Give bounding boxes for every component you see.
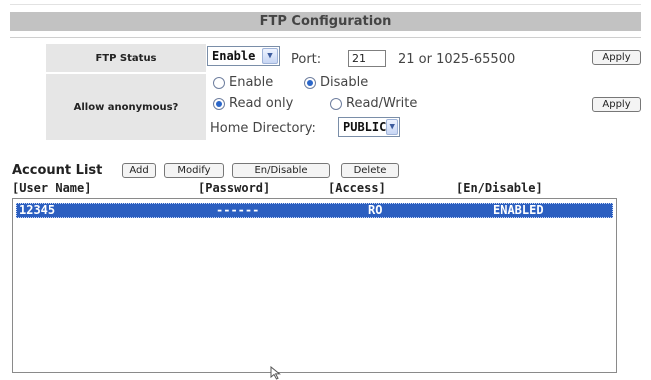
title-divider: [10, 37, 641, 38]
modify-button[interactable]: Modify: [164, 163, 224, 178]
home-directory-value: PUBLIC: [343, 120, 387, 134]
column-header-user-name: [User Name]: [12, 181, 92, 195]
account-state: ENABLED: [493, 203, 544, 217]
anonymous-disable-radio[interactable]: [304, 77, 316, 89]
account-user-name: 12345: [19, 203, 56, 217]
home-directory-label: Home Directory:: [210, 121, 316, 136]
ftp-status-select[interactable]: Enable ▼: [207, 46, 280, 66]
read-write-radio[interactable]: [330, 98, 342, 110]
port-label: Port:: [291, 52, 322, 67]
column-header-en-disable: [En/Disable]: [456, 181, 543, 195]
account-password: ------: [216, 203, 260, 217]
add-button[interactable]: Add: [122, 163, 156, 178]
home-directory-select[interactable]: PUBLIC ▼: [338, 117, 400, 137]
ftp-status-label: FTP Status: [46, 44, 206, 72]
account-list-title: Account List: [12, 163, 103, 178]
chevron-down-icon: ▼: [262, 48, 278, 64]
port-range-hint: 21 or 1025-65500: [398, 52, 516, 67]
mouse-cursor-icon: [270, 366, 281, 380]
account-row[interactable]: 12345 ------ RO ENABLED: [16, 203, 613, 218]
top-divider: [10, 4, 641, 5]
chevron-down-icon: ▼: [386, 119, 398, 135]
page-title: FTP Configuration: [10, 12, 641, 31]
en-disable-button[interactable]: En/Disable: [232, 163, 330, 178]
account-access: RO: [368, 203, 383, 217]
column-header-access: [Access]: [328, 181, 386, 195]
read-write-label: Read/Write: [346, 96, 418, 111]
allow-anonymous-label: Allow anonymous?: [46, 74, 206, 140]
read-only-radio[interactable]: [213, 98, 225, 110]
anonymous-apply-button[interactable]: Apply: [592, 97, 641, 112]
anonymous-enable-label: Enable: [229, 75, 274, 90]
account-listbox[interactable]: 12345 ------ RO ENABLED: [12, 198, 617, 373]
ftp-status-apply-button[interactable]: Apply: [592, 50, 641, 65]
read-only-label: Read only: [229, 96, 294, 111]
ftp-status-value: Enable: [212, 49, 256, 63]
delete-button[interactable]: Delete: [341, 163, 399, 178]
anonymous-disable-label: Disable: [320, 75, 369, 90]
anonymous-enable-radio[interactable]: [213, 77, 225, 89]
port-input[interactable]: [348, 50, 386, 67]
column-header-password: [Password]: [198, 181, 271, 195]
